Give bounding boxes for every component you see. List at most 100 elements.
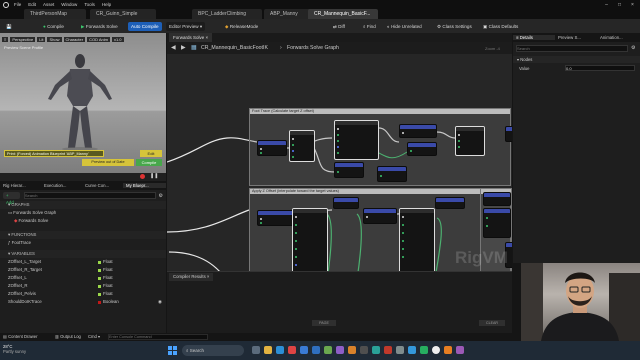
graph-node[interactable] [435, 197, 465, 209]
maximize-icon[interactable]: □ [613, 2, 626, 8]
graph-node[interactable] [505, 126, 512, 142]
menu-asset[interactable]: Asset [43, 2, 54, 7]
app-icon[interactable] [360, 346, 368, 354]
tab-abp-manny[interactable]: ABP_Manny [264, 9, 312, 19]
tab-my-blueprint[interactable]: My Bluepr... [123, 183, 166, 188]
tab-curve-container[interactable]: Curve Con... [82, 183, 123, 188]
nodes-section-header[interactable]: ▾ Nodes [513, 56, 640, 63]
variable-item[interactable]: ZOffset_Pelvis Float [0, 290, 166, 298]
save-icon[interactable]: 💾 [3, 22, 15, 31]
class-defaults-button[interactable]: ▣ Class Defaults [480, 22, 521, 31]
tab-details[interactable]: ≡ Details [513, 35, 555, 40]
graph-node[interactable] [483, 192, 511, 206]
add-button[interactable]: + Add [3, 192, 20, 205]
variable-item[interactable]: ShouldDoIKTrace Boolean ◉ [0, 298, 166, 306]
chrome-icon[interactable] [288, 346, 296, 354]
graph-node[interactable] [377, 166, 407, 182]
app-icon[interactable] [444, 346, 452, 354]
tab-rig-hierarchy[interactable]: Rig Hierar... [0, 183, 41, 188]
minimize-icon[interactable]: – [600, 2, 613, 8]
speed-button[interactable]: x1.0 [111, 37, 124, 42]
blueprint-search-input[interactable] [23, 192, 156, 199]
auto-compile-toggle[interactable]: Auto Compile [128, 22, 162, 31]
tab-compiler-results[interactable]: Compiler Results × [169, 273, 214, 281]
app-icon[interactable] [372, 346, 380, 354]
show-button[interactable]: Show [47, 37, 62, 42]
tab-cr-guinn-simple[interactable]: CR_Guinn_Simple [90, 9, 156, 19]
pause-icon[interactable]: ❚❚ [150, 173, 158, 179]
cmd-dropdown[interactable]: Cmd ▾ [88, 333, 100, 341]
mail-icon[interactable] [312, 346, 320, 354]
graph-node[interactable] [334, 120, 379, 160]
graph-node[interactable] [483, 208, 511, 238]
app-icon[interactable] [456, 346, 464, 354]
cod-anim-button[interactable]: COD Anim [87, 37, 110, 42]
graph-node[interactable] [257, 210, 295, 226]
app-icon[interactable] [324, 346, 332, 354]
graph-node[interactable] [363, 208, 397, 224]
lit-button[interactable]: Lit [37, 37, 46, 42]
tab-bpc-ladderclimbing[interactable]: BPC_LadderClimbing [192, 9, 262, 19]
variable-item[interactable]: ZOffset_L_Target Float [0, 258, 166, 266]
store-icon[interactable] [300, 346, 308, 354]
taskbar-search[interactable]: ⌕ Search [182, 345, 244, 356]
tab-cr-mannequin[interactable]: CR_Mannequin_BasicF... [308, 9, 378, 19]
unreal-engine-icon[interactable] [432, 346, 440, 354]
graph-node[interactable] [289, 130, 315, 162]
forwards-solve-button[interactable]: ▶ Forwards Solve [78, 22, 121, 31]
graph-node[interactable] [292, 208, 328, 274]
release-mode-button[interactable]: ◆ ReleaseMode [222, 22, 261, 31]
graph-node[interactable] [333, 197, 359, 209]
graphs-section-header[interactable]: ▾ GRAPHS [0, 201, 166, 209]
graph-node[interactable] [455, 126, 485, 156]
viewport-menu-icon[interactable]: ≡ [2, 37, 9, 42]
graph-node[interactable] [399, 124, 437, 138]
variable-item[interactable]: ZOffset_R Float [0, 282, 166, 290]
edit-button[interactable]: Edit [140, 150, 162, 157]
tab-forwards-solve[interactable]: Forwards Solve × [169, 33, 213, 42]
page-button[interactable]: PAGE [312, 320, 336, 326]
graph-node[interactable] [334, 162, 364, 178]
weather-widget[interactable]: 28°C Partly sunny [3, 344, 26, 354]
output-log-button[interactable]: ▥ Output Log [55, 333, 81, 341]
app-icon[interactable] [348, 346, 356, 354]
compile-button[interactable]: ● Compile [40, 22, 67, 31]
graph-node[interactable] [399, 208, 435, 274]
content-drawer-button[interactable]: ▤ Content Drawer [3, 333, 37, 341]
menu-window[interactable]: Window [61, 2, 77, 7]
menu-edit[interactable]: Edit [28, 2, 36, 7]
record-icon[interactable] [140, 174, 145, 179]
variable-item[interactable]: ZOffset_R_Target Float [0, 266, 166, 274]
functions-section-header[interactable]: ▾ FUNCTIONS [0, 231, 166, 239]
function-item[interactable]: ƒ FootTrace [0, 239, 166, 247]
clear-button[interactable]: CLEAR [479, 320, 505, 326]
viewport-compile-button[interactable]: Compile [136, 159, 162, 166]
menu-help[interactable]: Help [102, 2, 111, 7]
tab-preview-settings[interactable]: Preview S... [555, 35, 597, 40]
task-view-icon[interactable] [252, 346, 260, 354]
graph-node[interactable] [257, 140, 287, 156]
perspective-button[interactable]: Perspective [10, 37, 36, 42]
menu-file[interactable]: File [14, 2, 21, 7]
app-icon[interactable] [336, 346, 344, 354]
hide-unrelated-button[interactable]: ◐ Hide Unrelated [384, 22, 425, 31]
viewport[interactable]: ≡ Perspective Lit Show Character COD Ani… [0, 33, 166, 173]
class-settings-button[interactable]: ⚙ Class Settings [434, 22, 475, 31]
tab-execution[interactable]: Execution... [41, 183, 82, 188]
console-command-input[interactable] [108, 334, 208, 340]
edge-browser-icon[interactable] [276, 346, 284, 354]
app-icon[interactable] [420, 346, 428, 354]
close-tab-icon[interactable]: × [207, 274, 210, 279]
close-icon[interactable]: × [626, 2, 639, 8]
windows-start-icon[interactable] [168, 346, 177, 355]
eye-icon[interactable]: ◉ [158, 298, 162, 306]
tab-animation[interactable]: Animation... [597, 35, 640, 40]
tab-thirdpersonmap[interactable]: ThirdPersonMap [24, 9, 86, 19]
app-icon[interactable] [408, 346, 416, 354]
editor-preview-dropdown[interactable]: Editor Preview ▾ [166, 22, 206, 31]
graph-item[interactable]: ◆ Forwards Solve [0, 217, 166, 225]
details-search-input[interactable] [516, 45, 628, 52]
app-icon[interactable] [396, 346, 404, 354]
settings-gear-icon[interactable]: ⚙ [159, 193, 163, 199]
app-icon[interactable] [384, 346, 392, 354]
